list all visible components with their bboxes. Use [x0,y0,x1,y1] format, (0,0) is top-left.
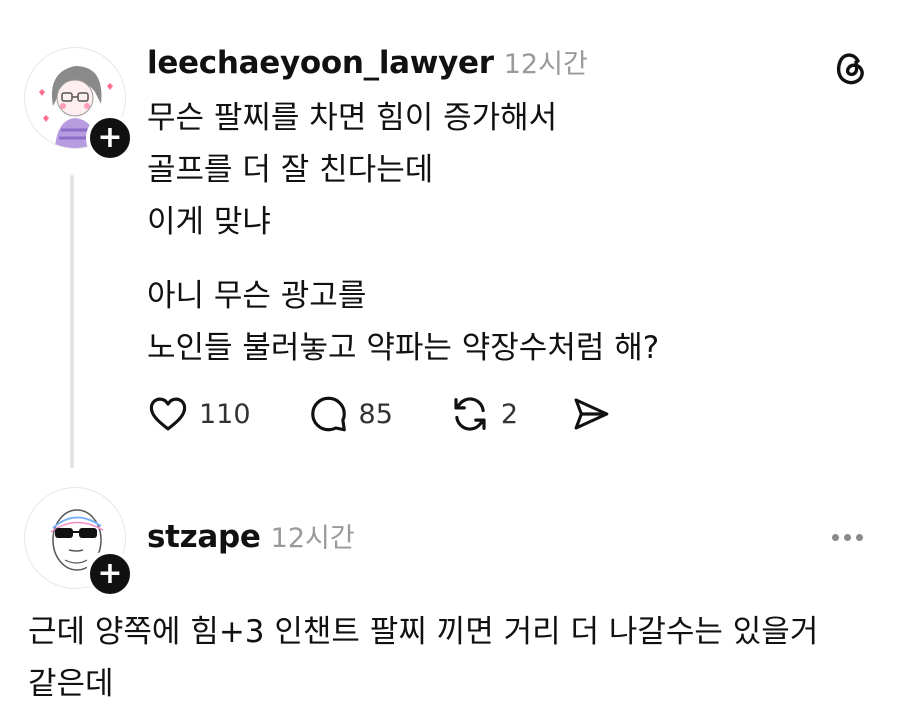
more-dots-icon [856,534,863,541]
reply-header: stzape 12시간 [147,516,355,555]
post-line: 노인들 불러놓고 약파는 약장수처럼 해? [147,330,660,366]
reply-button[interactable]: 85 [307,393,393,435]
post-paragraph-1: 무슨 팔찌를 차면 힘이 증가해서 골프를 더 잘 친다는데 이게 맞냐 [147,92,659,248]
reply-line: 같은데 [28,666,114,702]
heart-icon [149,397,187,431]
repost-button[interactable]: 2 [449,393,518,435]
threads-logo-icon[interactable] [834,48,868,90]
repost-arrows-icon [454,397,486,431]
more-dots-icon [844,534,851,541]
plus-icon: + [97,556,123,591]
post-action-bar: 110 85 2 [147,393,612,435]
repost-count: 2 [500,398,519,430]
like-button[interactable]: 110 [147,393,251,435]
post-body: 무슨 팔찌를 차면 힘이 증가해서 골프를 더 잘 친다는데 이게 맞냐 아니 … [147,92,659,374]
more-options-button[interactable] [832,534,863,541]
more-dots-icon [832,534,839,541]
reply-username[interactable]: stzape [147,519,261,555]
post-follow-button[interactable]: + [86,114,134,162]
reply-time: 12시간 [270,523,355,554]
post-line: 아니 무슨 광고를 [147,278,367,314]
post-header: leechaeyoon_lawyer 12시간 [147,42,588,81]
post-line: 이게 맞냐 [147,204,271,240]
post-line: 골프를 더 잘 친다는데 [147,152,434,188]
like-count: 110 [199,398,251,430]
share-button[interactable] [570,393,612,435]
send-paper-plane-icon [574,398,609,430]
comment-bubble-icon [310,396,346,432]
plus-icon: + [97,120,123,155]
reply-line: 근데 양쪽에 힘+3 인챈트 팔찌 끼면 거리 더 나갈수는 있을거 [28,614,819,650]
reply-count: 85 [358,398,393,430]
reply-follow-button[interactable]: + [86,550,134,598]
post-time: 12시간 [503,49,588,80]
post-username[interactable]: leechaeyoon_lawyer [147,45,494,81]
post-line: 무슨 팔찌를 차면 힘이 증가해서 [147,100,558,136]
post-paragraph-2: 아니 무슨 광고를 노인들 불러놓고 약파는 약장수처럼 해? [147,270,659,374]
reply-body: 근데 양쪽에 힘+3 인챈트 팔찌 끼면 거리 더 나갈수는 있을거 같은데 [28,606,818,710]
thread-connector-line [70,175,74,468]
